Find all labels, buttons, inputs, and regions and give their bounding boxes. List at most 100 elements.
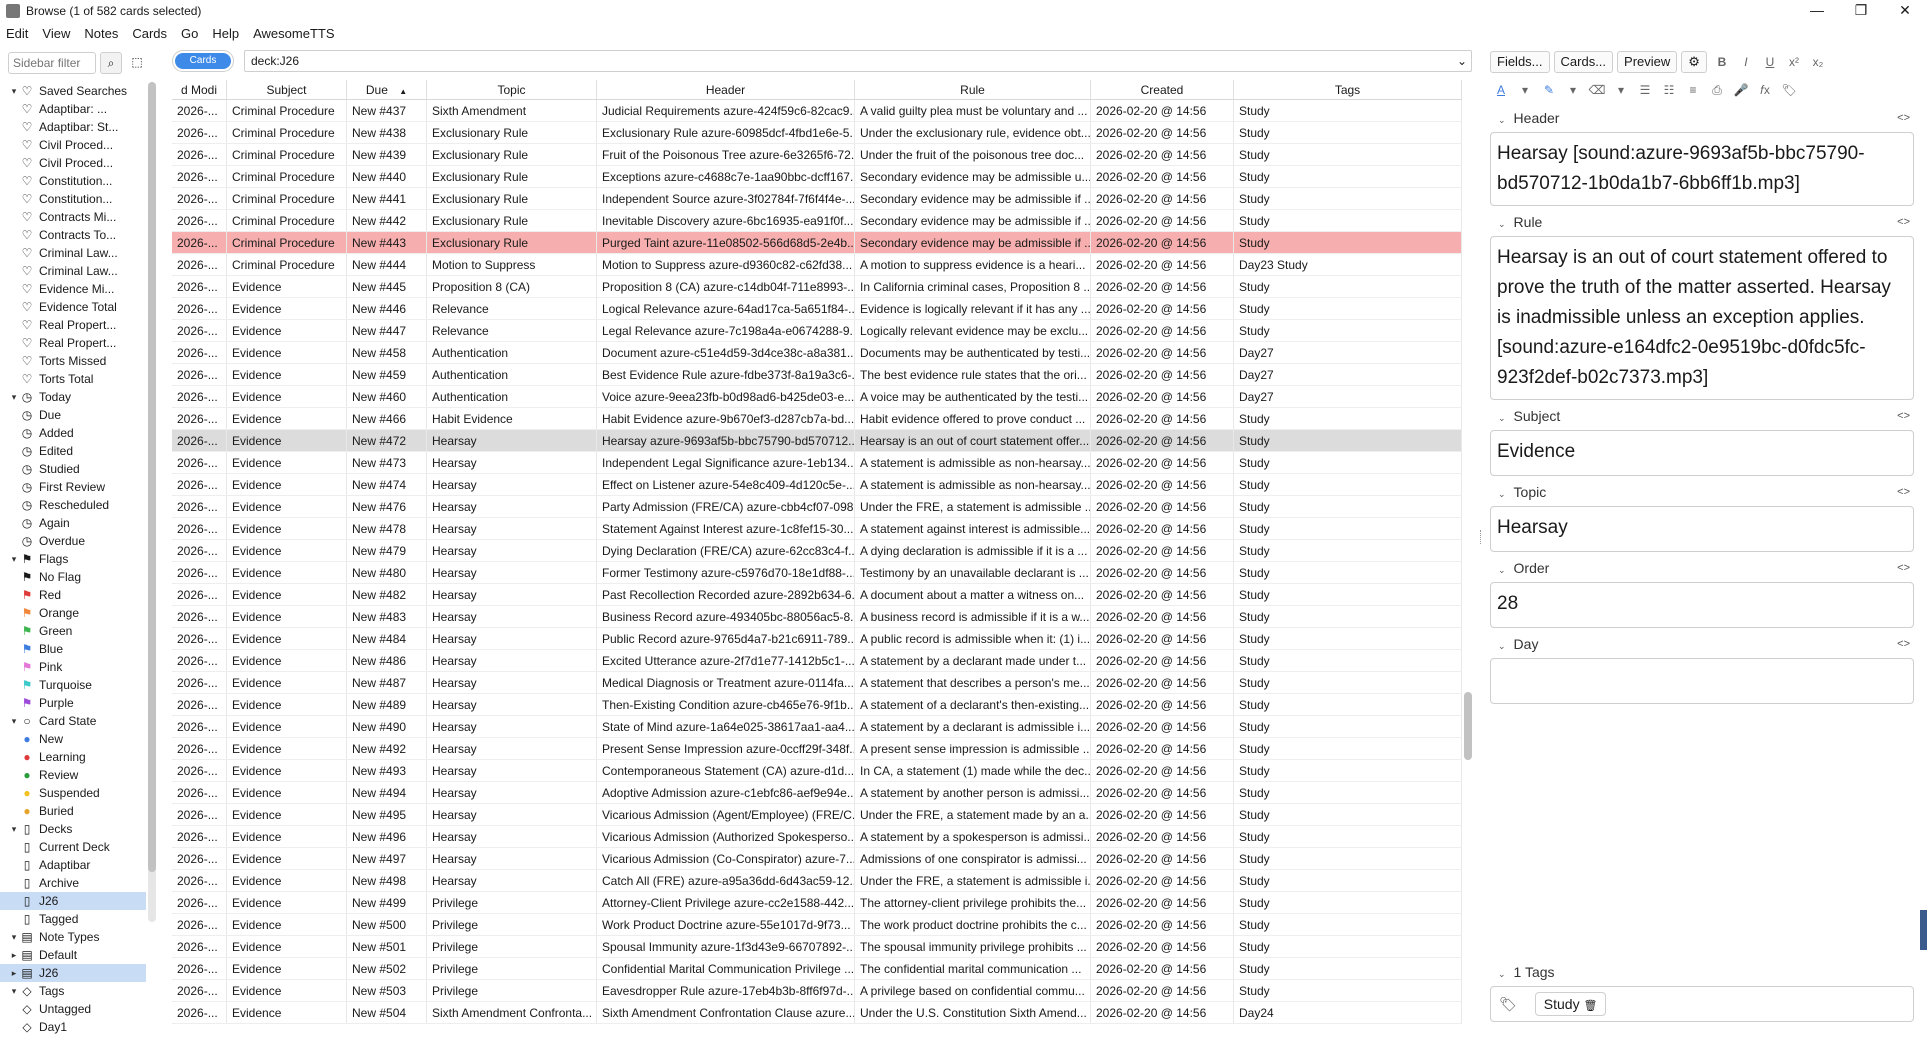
- sidebar-item-archive[interactable]: ▯ Archive: [0, 874, 146, 892]
- sidebar-item-rescheduled[interactable]: ◷ Rescheduled: [0, 496, 146, 514]
- sidebar-item-added[interactable]: ◷ Added: [0, 424, 146, 442]
- table-row[interactable]: 2026-... Criminal Procedure New #441 Exclus…: [172, 188, 1462, 210]
- table-row[interactable]: 2026-... Evidence New #458 Authentication Do…: [172, 342, 1462, 364]
- expand-arrow-icon[interactable]: ▾: [8, 712, 20, 730]
- table-row[interactable]: 2026-... Criminal Procedure New #443 Exclus…: [172, 232, 1462, 254]
- sidebar-item-again[interactable]: ◷ Again: [0, 514, 146, 532]
- html-editor-toggle-icon[interactable]: <>: [1897, 634, 1910, 654]
- sidebar-item-criminal-law[interactable]: ♡ Criminal Law...: [0, 244, 146, 262]
- sidebar-filter-input[interactable]: [8, 52, 96, 74]
- sidebar-item-contracts-to[interactable]: ♡ Contracts To...: [0, 226, 146, 244]
- table-row[interactable]: 2026-... Evidence New #497 Hearsay Vicarious…: [172, 848, 1462, 870]
- table-row[interactable]: 2026-... Evidence New #498 Hearsay Catch All…: [172, 870, 1462, 892]
- menu-go[interactable]: Go: [181, 26, 198, 41]
- minimize-button[interactable]: —: [1795, 0, 1839, 22]
- collapse-arrow-icon[interactable]: ▸: [8, 964, 20, 982]
- collapse-caret-icon[interactable]: ⌄: [1498, 219, 1506, 229]
- field-label-row[interactable]: ⌄ Day <>: [1490, 634, 1914, 654]
- align-icon[interactable]: ≡: [1682, 79, 1704, 101]
- sidebar-item-blue[interactable]: ⚑ Blue: [0, 640, 146, 658]
- sidebar-item-civil-proced[interactable]: ♡ Civil Proced...: [0, 136, 146, 154]
- table-row[interactable]: 2026-... Evidence New #459 Authentication Be…: [172, 364, 1462, 386]
- sidebar-item-untagged[interactable]: ◇ Untagged: [0, 1000, 146, 1018]
- attach-icon[interactable]: ⎙: [1706, 79, 1728, 101]
- sidebar-item-torts-total[interactable]: ♡ Torts Total: [0, 370, 146, 388]
- sidebar-item-buried[interactable]: ● Buried: [0, 802, 146, 820]
- menu-view[interactable]: View: [42, 26, 70, 41]
- menu-edit[interactable]: Edit: [6, 26, 28, 41]
- collapse-caret-icon[interactable]: ⌄: [1498, 115, 1506, 125]
- expand-arrow-icon[interactable]: ▾: [8, 82, 20, 100]
- table-row[interactable]: 2026-... Evidence New #492 Hearsay Present S…: [172, 738, 1462, 760]
- underline-icon[interactable]: U: [1759, 51, 1781, 73]
- delete-tag-icon[interactable]: 🗑: [1583, 1000, 1597, 1012]
- table-row[interactable]: 2026-... Criminal Procedure New #437 Sixth …: [172, 100, 1462, 122]
- sidebar-item-orange[interactable]: ⚑ Orange: [0, 604, 146, 622]
- html-editor-toggle-icon[interactable]: <>: [1897, 108, 1910, 128]
- table-row[interactable]: 2026-... Evidence New #493 Hearsay Contempor…: [172, 760, 1462, 782]
- formula-icon[interactable]: 𝑓x: [1754, 79, 1776, 101]
- sidebar-item-civil-proced[interactable]: ♡ Civil Proced...: [0, 154, 146, 172]
- highlight-icon[interactable]: ✎: [1538, 79, 1560, 101]
- field-label-row[interactable]: ⌄ Header <>: [1490, 108, 1914, 128]
- text-color-icon[interactable]: A: [1490, 79, 1512, 101]
- menu-awesometts[interactable]: AwesomeTTS: [253, 26, 334, 41]
- table-row[interactable]: 2026-... Evidence New #487 Hearsay Medical D…: [172, 672, 1462, 694]
- table-scrollbar[interactable]: [1463, 80, 1473, 1015]
- eraser-dropdown-icon[interactable]: ▾: [1610, 79, 1632, 101]
- search-input[interactable]: deck:J26 ⌄: [244, 50, 1472, 72]
- field-input-rule[interactable]: Hearsay is an out of court statement off…: [1490, 236, 1914, 400]
- splitter-handle[interactable]: [1480, 530, 1484, 544]
- html-editor-toggle-icon[interactable]: <>: [1897, 482, 1910, 502]
- sidebar-item-purple[interactable]: ⚑ Purple: [0, 694, 146, 712]
- collapse-arrow-icon[interactable]: ▸: [8, 946, 20, 964]
- sidebar-item-today[interactable]: ▾ ◷ Today: [0, 388, 146, 406]
- column-header-header[interactable]: Header: [597, 80, 855, 99]
- table-row[interactable]: 2026-... Evidence New #480 Hearsay Former Te…: [172, 562, 1462, 584]
- table-row[interactable]: 2026-... Criminal Procedure New #442 Exclus…: [172, 210, 1462, 232]
- close-button[interactable]: ✕: [1883, 0, 1927, 22]
- expand-arrow-icon[interactable]: ▾: [8, 928, 20, 946]
- table-row[interactable]: 2026-... Evidence New #466 Habit Evidence Ha…: [172, 408, 1462, 430]
- collapse-caret-icon[interactable]: ⌄: [1498, 413, 1506, 423]
- sidebar-item-current-deck[interactable]: ▯ Current Deck: [0, 838, 146, 856]
- collapse-caret-icon[interactable]: ⌄: [1498, 969, 1506, 979]
- search-icon[interactable]: ⌕: [100, 52, 122, 74]
- eraser-icon[interactable]: ⌫: [1586, 79, 1608, 101]
- sidebar-item-learning[interactable]: ● Learning: [0, 748, 146, 766]
- sidebar-item-j26[interactable]: ▸ ▤ J26: [0, 964, 146, 982]
- field-label-row[interactable]: ⌄ Topic <>: [1490, 482, 1914, 502]
- table-scroll-thumb[interactable]: [1464, 692, 1472, 760]
- table-row[interactable]: 2026-... Criminal Procedure New #444 Motion…: [172, 254, 1462, 276]
- column-header-tags[interactable]: Tags: [1234, 80, 1462, 99]
- table-row[interactable]: 2026-... Evidence New #479 Hearsay Dying Dec…: [172, 540, 1462, 562]
- sidebar-item-torts-missed[interactable]: ♡ Torts Missed: [0, 352, 146, 370]
- sidebar-item-green[interactable]: ⚑ Green: [0, 622, 146, 640]
- table-row[interactable]: 2026-... Criminal Procedure New #440 Exclus…: [172, 166, 1462, 188]
- sidebar-item-flags[interactable]: ▾ ⚑ Flags: [0, 550, 146, 568]
- field-input-order[interactable]: 28: [1490, 582, 1914, 628]
- table-row[interactable]: 2026-... Evidence New #502 Privilege Confide…: [172, 958, 1462, 980]
- table-row[interactable]: 2026-... Evidence New #494 Hearsay Adoptive …: [172, 782, 1462, 804]
- tags-editor[interactable]: 🏷 Study 🗑: [1490, 986, 1914, 1022]
- select-tool-icon[interactable]: ⬚: [126, 52, 148, 74]
- cards-notes-toggle[interactable]: Cards: [172, 50, 234, 72]
- menu-notes[interactable]: Notes: [84, 26, 118, 41]
- expand-arrow-icon[interactable]: ▾: [8, 388, 20, 406]
- table-row[interactable]: 2026-... Evidence New #486 Hearsay Excited U…: [172, 650, 1462, 672]
- sidebar-item-criminal-law[interactable]: ♡ Criminal Law...: [0, 262, 146, 280]
- subscript-icon[interactable]: x₂: [1807, 51, 1829, 73]
- tag-chip[interactable]: Study 🗑: [1534, 992, 1607, 1016]
- table-row[interactable]: 2026-... Evidence New #504 Sixth Amendment …: [172, 1002, 1462, 1024]
- sidebar-item-first-review[interactable]: ◷ First Review: [0, 478, 146, 496]
- sidebar-item-studied[interactable]: ◷ Studied: [0, 460, 146, 478]
- expand-arrow-icon[interactable]: ▾: [8, 982, 20, 1000]
- table-row[interactable]: 2026-... Evidence New #483 Hearsay Business …: [172, 606, 1462, 628]
- field-input-subject[interactable]: Evidence: [1490, 430, 1914, 476]
- sidebar-item-review[interactable]: ● Review: [0, 766, 146, 784]
- sidebar-item-due[interactable]: ◷ Due: [0, 406, 146, 424]
- sidebar-item-card-state[interactable]: ▾ ○ Card State: [0, 712, 146, 730]
- menu-help[interactable]: Help: [212, 26, 239, 41]
- table-row[interactable]: 2026-... Evidence New #496 Hearsay Vicarious…: [172, 826, 1462, 848]
- sidebar-scrollbar[interactable]: [148, 82, 156, 922]
